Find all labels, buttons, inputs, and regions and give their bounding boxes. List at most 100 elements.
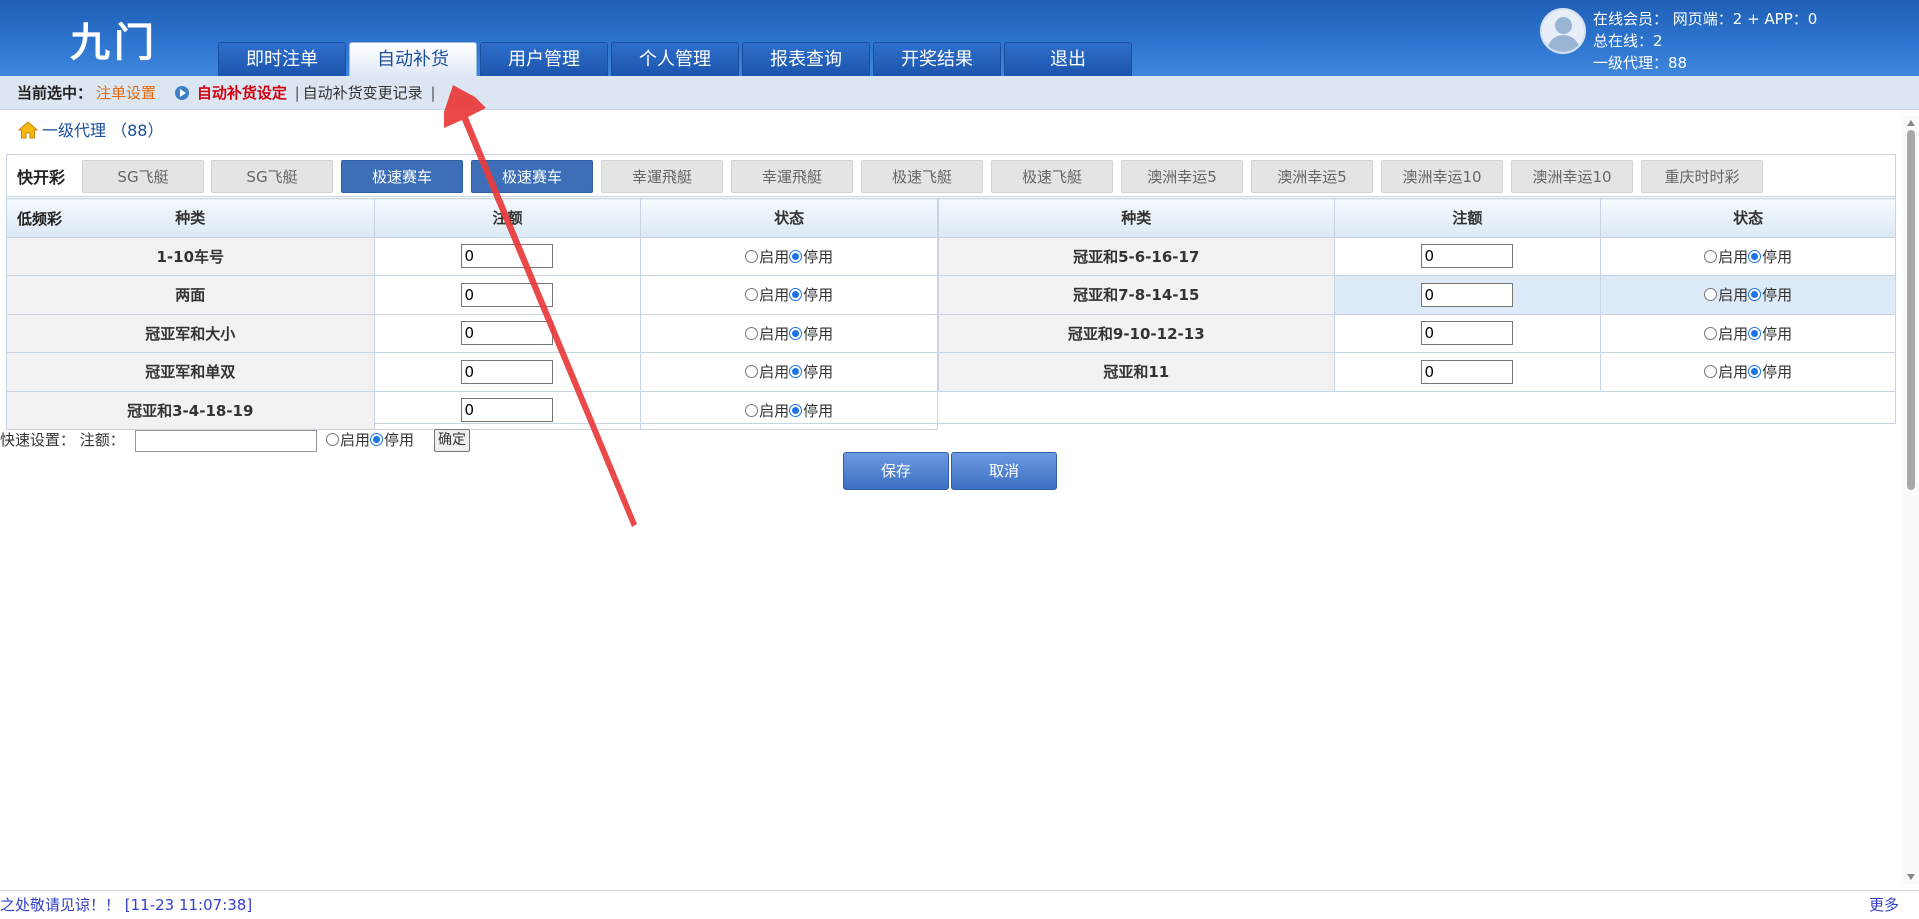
- enable-radio[interactable]: [745, 249, 759, 263]
- table-row: 冠亚和3-4-18-19 启用停用: [6, 390, 938, 430]
- breadcrumb-label: 当前选中：: [17, 84, 93, 102]
- nav-tab-logout[interactable]: 退出: [1004, 42, 1132, 76]
- cancel-button[interactable]: 取消: [951, 452, 1057, 490]
- nav-tab-user-management[interactable]: 用户管理: [480, 42, 608, 76]
- row-kind: 冠亚和7-8-14-15: [938, 275, 1335, 315]
- avatar-icon: [1540, 8, 1586, 54]
- disable-radio[interactable]: [789, 249, 803, 263]
- breadcrumb-section[interactable]: 注单设置: [96, 84, 156, 102]
- game-tab-chongqing-ssc[interactable]: 重庆时时彩: [1641, 160, 1763, 193]
- kind-header: 种类: [938, 198, 1335, 238]
- breadcrumb-change-log-link[interactable]: 自动补货变更记录: [303, 84, 423, 102]
- quick-confirm-button[interactable]: 确定: [434, 429, 470, 452]
- amount-header: 注额: [1333, 198, 1602, 238]
- disable-radio[interactable]: [1748, 365, 1762, 379]
- game-tab-sg-airship-2[interactable]: SG飞艇: [211, 160, 333, 193]
- enable-radio[interactable]: [745, 365, 759, 379]
- nav-tab-personal[interactable]: 个人管理: [611, 42, 739, 76]
- breadcrumb: 当前选中： 注单设置 自动补货设定 | 自动补货变更记录 |: [0, 76, 1919, 110]
- enable-radio[interactable]: [745, 288, 759, 302]
- footer-bar: 之处敬请见谅！！ [11-23 11:07:38] 更多: [0, 890, 1919, 919]
- game-tab-aus-lucky10-2[interactable]: 澳洲幸运10: [1511, 160, 1633, 193]
- row-kind: 1-10车号: [6, 236, 375, 276]
- breadcrumb-separator-trailing: |: [430, 84, 436, 102]
- scroll-down-icon[interactable]: [1907, 874, 1915, 880]
- row-kind: 两面: [6, 275, 375, 315]
- table-row: 冠亚和7-8-14-15 启用停用: [938, 275, 1896, 315]
- table-row: 冠亚军和大小 启用停用: [6, 313, 938, 353]
- vertical-scrollbar[interactable]: [1903, 116, 1919, 884]
- disable-radio[interactable]: [789, 365, 803, 379]
- table-row: 冠亚和5-6-16-17 启用停用: [938, 236, 1896, 276]
- disable-radio[interactable]: [1748, 326, 1762, 340]
- fast-lottery-label: 快开彩: [17, 168, 66, 187]
- disable-radio[interactable]: [789, 403, 803, 417]
- nav-tab-draw-results[interactable]: 开奖结果: [873, 42, 1001, 76]
- table-header-row: 低频彩 种类 注额 状态: [6, 198, 938, 238]
- game-tab-bar: 快开彩 SG飞艇 SG飞艇 极速赛车 极速赛车 幸運飛艇 幸運飛艇 极速飞艇 极…: [7, 155, 1895, 197]
- quick-disable-radio[interactable]: [370, 433, 384, 446]
- quick-amount-input[interactable]: [135, 430, 317, 452]
- amount-input[interactable]: [1421, 282, 1514, 307]
- play-icon: [174, 86, 189, 100]
- game-tab-aus-lucky5-2[interactable]: 澳洲幸运5: [1251, 160, 1373, 193]
- enable-radio[interactable]: [1704, 326, 1718, 340]
- nav-tab-reports[interactable]: 报表查询: [742, 42, 870, 76]
- online-stats: 在线会员： 网页端：2 + APP：0 总在线：2 一级代理：88: [1540, 8, 1910, 74]
- nav-tab-auto-replenish[interactable]: 自动补货: [349, 42, 477, 76]
- quick-settings-label: 快速设置： 注额：: [0, 431, 125, 449]
- game-tab-sg-airship-1[interactable]: SG飞艇: [82, 160, 204, 193]
- game-tab-aus-lucky5-1[interactable]: 澳洲幸运5: [1121, 160, 1243, 193]
- table-row: 两面 启用停用: [6, 275, 938, 315]
- game-tab-lucky-airship-1[interactable]: 幸運飛艇: [601, 160, 723, 193]
- table-row: 冠亚和11 启用停用: [938, 352, 1896, 392]
- agent-title: 一级代理 （88）: [18, 119, 163, 143]
- amount-input[interactable]: [1421, 321, 1514, 346]
- more-link[interactable]: 更多: [1869, 893, 1899, 917]
- amount-input[interactable]: [1421, 359, 1514, 384]
- game-tab-aus-lucky10-1[interactable]: 澳洲幸运10: [1381, 160, 1503, 193]
- home-icon: [18, 121, 38, 139]
- online-total: 总在线：2: [1593, 32, 1663, 50]
- quick-status-radios: 启用 停用: [326, 427, 414, 453]
- row-kind: 冠亚和9-10-12-13: [938, 313, 1335, 353]
- online-agents: 一级代理：88: [1593, 54, 1688, 72]
- amount-input[interactable]: [461, 359, 554, 384]
- row-kind: 冠亚和5-6-16-17: [938, 236, 1335, 276]
- site-logo: 九门: [70, 19, 158, 66]
- table-row: 冠亚和9-10-12-13 启用停用: [938, 313, 1896, 353]
- amount-input[interactable]: [461, 244, 554, 269]
- amount-input[interactable]: [461, 398, 554, 423]
- disable-radio[interactable]: [789, 288, 803, 302]
- online-members: 在线会员： 网页端：2 + APP：0: [1593, 10, 1818, 28]
- game-tab-speed-airship-2[interactable]: 极速飞艇: [991, 160, 1113, 193]
- enable-radio[interactable]: [1704, 288, 1718, 302]
- status-header: 状态: [1600, 198, 1896, 238]
- save-button[interactable]: 保存: [843, 452, 949, 490]
- enable-radio[interactable]: [745, 326, 759, 340]
- quick-enable-radio[interactable]: [326, 433, 339, 446]
- top-header: 九门 即时注单 自动补货 用户管理 个人管理 报表查询 开奖结果 退出 在线会员…: [0, 0, 1919, 76]
- breadcrumb-current[interactable]: 自动补货设定: [197, 84, 287, 102]
- settings-panel: 快开彩 SG飞艇 SG飞艇 极速赛车 极速赛车 幸運飛艇 幸運飛艇 极速飞艇 极…: [6, 154, 1896, 430]
- breadcrumb-separator: |: [294, 84, 300, 102]
- row-kind: 冠亚军和大小: [6, 313, 375, 353]
- amount-input[interactable]: [461, 282, 554, 307]
- table-header-row: 种类 注额 状态: [938, 198, 1896, 238]
- enable-radio[interactable]: [1704, 365, 1718, 379]
- amount-input[interactable]: [461, 321, 554, 346]
- game-tab-lucky-airship-2[interactable]: 幸運飛艇: [731, 160, 853, 193]
- enable-radio[interactable]: [745, 403, 759, 417]
- nav-tab-live-bets[interactable]: 即时注单: [218, 42, 346, 76]
- enable-radio[interactable]: [1704, 249, 1718, 263]
- game-tab-speed-racing-1[interactable]: 极速赛车: [341, 160, 463, 193]
- disable-radio[interactable]: [1748, 288, 1762, 302]
- disable-radio[interactable]: [789, 326, 803, 340]
- game-tab-speed-airship-1[interactable]: 极速飞艇: [861, 160, 983, 193]
- disable-radio[interactable]: [1748, 249, 1762, 263]
- game-tab-speed-racing-2[interactable]: 极速赛车: [471, 160, 593, 193]
- scroll-up-icon[interactable]: [1907, 120, 1915, 126]
- scroll-thumb[interactable]: [1907, 130, 1915, 490]
- amount-input[interactable]: [1421, 244, 1514, 269]
- left-settings-table: 低频彩种类 注额 状态 1-10车号 启用停用 两面 启用停用 冠亚军和大小 启…: [6, 198, 938, 430]
